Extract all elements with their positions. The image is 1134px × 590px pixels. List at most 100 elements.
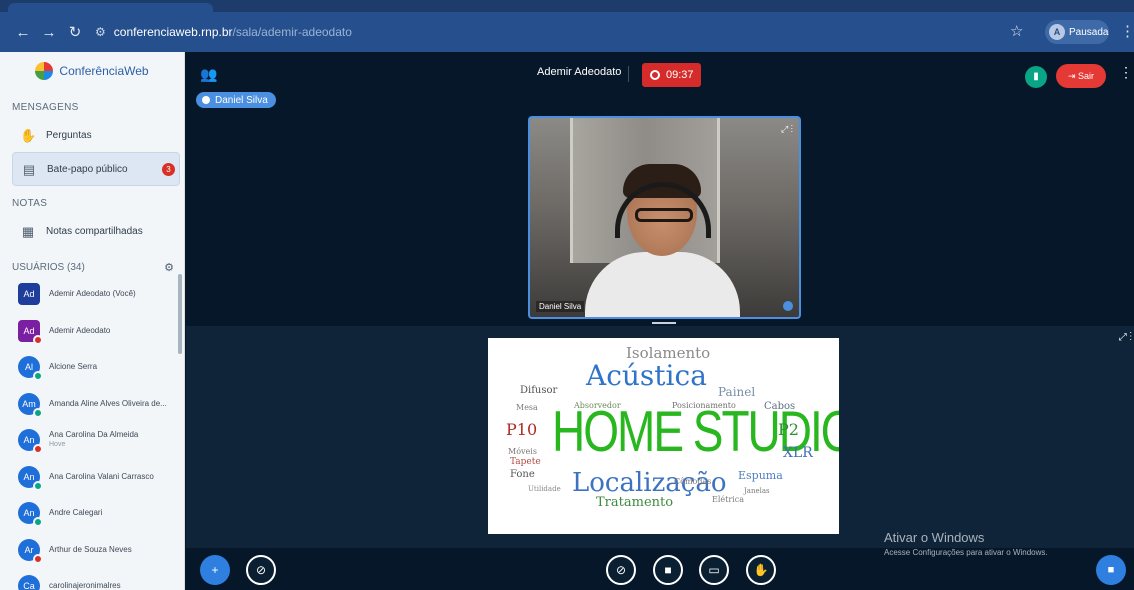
participant-shirt [585,252,740,317]
camera-icon: ■ [664,563,672,577]
browser-menu-icon[interactable]: ⋮ [1120,22,1134,40]
profile-label: Pausada [1069,26,1109,38]
word-cloud-word: Espuma [738,469,783,482]
user-avatar: Am [18,392,43,418]
users-section-title: USUÁRIOS (34) [12,261,85,273]
user-name: carolinajeronimalres [49,581,121,590]
sidebar-item-label: Bate-papo público [47,163,128,175]
bookmark-star-icon[interactable]: ☆ [1010,22,1023,40]
windows-watermark: Ativar o Windows Acesse Configurações pa… [884,530,1048,557]
sidebar-item-label: Notas compartilhadas [46,225,143,237]
user-name: Ademir Adeodato (Você) [49,289,136,299]
site-settings-icon[interactable]: ⚙ [95,25,106,39]
user-status-icon [33,480,43,491]
user-name: Alcione Serra [49,362,98,372]
user-avatar: Ar [18,538,43,564]
presentation-fullscreen-icon[interactable]: ⤢ ⋮ [1119,332,1132,343]
word-cloud-word: Janelas [744,487,770,495]
word-cloud-word: Tapete [510,457,541,467]
chat-icon: ▤ [22,162,36,177]
user-name: Ana Carolina Da Almeida Hove [49,430,139,449]
video-mic-icon [783,301,793,311]
webcam-video[interactable]: ⤢ ⋮ Daniel Silva [528,116,801,319]
word-cloud-word: Isolamento [626,344,711,362]
sidebar-scrollbar[interactable] [178,274,182,354]
address-bar[interactable]: ⚙ conferenciaweb.rnp.br/sala/ademir-adeo… [95,18,1000,46]
gear-icon[interactable]: ⚙ [164,261,174,274]
video-user-name: Daniel Silva [536,301,585,312]
user-name: Amanda Aline Alves Oliveira de... [49,398,167,408]
webcam-off-button[interactable]: ⊘ [246,555,276,585]
video-fullscreen-icon[interactable]: ⤢ ⋮ [781,124,793,135]
user-list-item[interactable]: Al Alcione Serra [0,349,184,386]
user-list-item[interactable]: Am Amanda Aline Alves Oliveira de... [0,386,184,423]
word-cloud-word: Cabos [764,401,796,412]
microphone-icon [202,96,210,104]
profile-button[interactable]: A Pausada [1045,20,1109,44]
word-cloud-word: Difusor [520,385,558,396]
brand-logo-icon [35,62,54,80]
talking-name: Daniel Silva [215,94,268,106]
browser-tab[interactable] [8,3,213,12]
exit-button[interactable]: ⇥ Sair [1056,64,1106,88]
notes-section-title: NOTAS [12,198,48,209]
hand-off-icon: ✋ [753,563,769,577]
mute-button[interactable]: ⊘ [606,555,636,585]
meeting-topbar: 👥 Ademir Adeodato 09:37 ▮ ⇥ Sair ⋮ [186,52,1134,96]
user-status-icon [33,407,43,418]
user-list-item[interactable]: Ad Ademir Adeodato [0,313,184,350]
actions-button[interactable]: + [200,555,230,585]
user-list-item[interactable]: Ar Arthur de Souza Neves [0,532,184,569]
options-menu-icon[interactable]: ⋮ [1119,64,1133,81]
sidebar-item-public-chat[interactable]: ▤ Bate-papo público 3 [12,152,180,186]
connection-status-icon[interactable]: ▮ [1025,66,1047,88]
user-status-icon [33,444,43,455]
user-avatar: Ad [18,319,43,345]
word-cloud-word: Mesa [516,403,538,412]
user-list-item[interactable]: Ca carolinajeronimalres [0,568,184,590]
watermark-title: Ativar o Windows [884,530,985,545]
camera-button[interactable]: ■ [653,555,683,585]
hand-icon: ✋ [20,128,37,143]
word-cloud-word: Posicionamento [672,401,736,410]
user-status-icon [33,334,43,345]
word-cloud-word: Absorvedor [574,401,621,410]
raise-hand-button[interactable]: ✋ [746,555,776,585]
word-cloud-word: Cômodas [674,477,712,486]
back-icon[interactable]: ← [10,24,36,41]
participant-image [585,164,740,317]
resize-handle[interactable] [652,322,676,324]
word-cloud-word: Acústica [586,359,707,392]
user-avatar: An [18,429,43,455]
word-cloud-word: Elétrica [712,495,744,504]
meeting-area: 👥 Ademir Adeodato 09:37 ▮ ⇥ Sair ⋮ Danie… [186,52,1134,590]
user-name: Arthur de Souza Neves [49,544,132,554]
user-avatar: Ca [18,575,40,590]
divider [628,66,629,82]
forward-icon[interactable]: → [36,24,62,41]
user-avatar: An [18,502,43,528]
user-status-icon [33,371,43,382]
messages-section-title: MENSAGENS [12,102,79,113]
sidebar-item-questions[interactable]: ✋ Perguntas [0,118,184,152]
url-host: conferenciaweb.rnp.br [113,25,233,39]
user-list-item[interactable]: An Andre Calegari [0,495,184,532]
user-list-item[interactable]: An Ana Carolina Valani Carrasco [0,459,184,496]
chat-toggle-button[interactable]: ■ [1096,555,1126,585]
camera-off-icon: ⊘ [255,563,267,577]
user-list-item[interactable]: Ad Ademir Adeodato (Você) [0,276,184,313]
share-screen-button[interactable]: ▭ [699,555,729,585]
user-status-icon [33,553,43,564]
exit-label: Sair [1078,71,1095,81]
url-path: /sala/ademir-adeodato [232,25,352,39]
user-status-icon [33,517,43,528]
word-cloud-word: Móveis [508,447,537,456]
word-cloud-word: P10 [506,420,538,439]
users-toggle-icon[interactable]: 👥 [200,66,217,83]
reload-icon[interactable]: ↻ [62,23,88,41]
profile-avatar: A [1049,24,1065,40]
user-list-item[interactable]: An Ana Carolina Da Almeida Hove [0,422,184,459]
recording-indicator[interactable]: 09:37 [642,63,701,87]
sidebar-item-shared-notes[interactable]: ▦ Notas compartilhadas [0,214,184,248]
browser-toolbar: ← → ↻ ⚙ conferenciaweb.rnp.br/sala/ademi… [0,12,1134,52]
